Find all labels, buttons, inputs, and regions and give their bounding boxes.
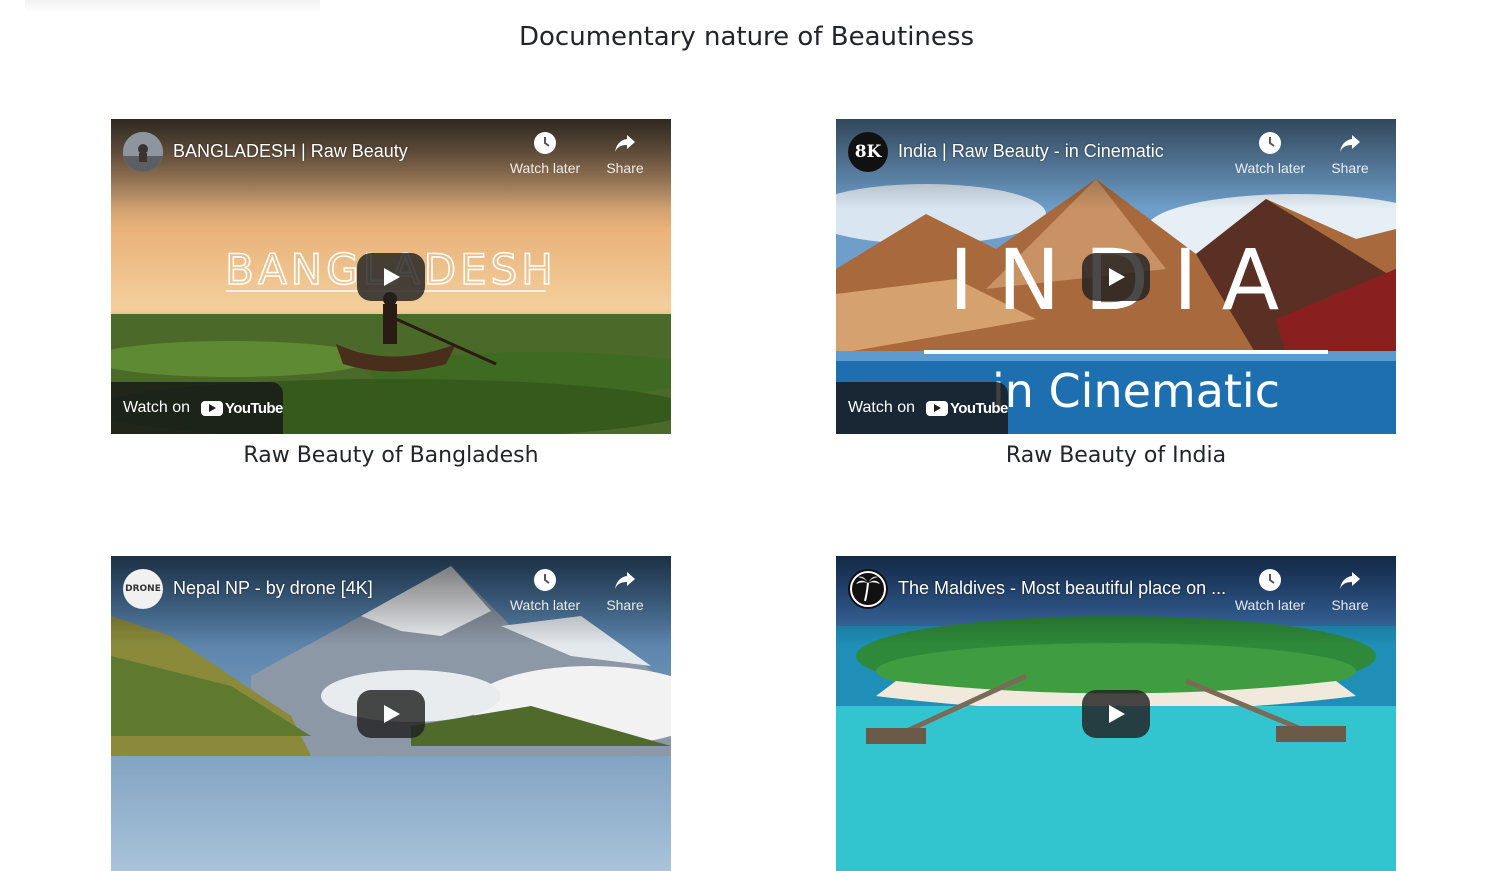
share-arrow-icon xyxy=(585,131,665,157)
watch-later-button[interactable]: Watch later xyxy=(1230,568,1310,613)
video-embed[interactable]: The Maldives - Most beautiful place on .… xyxy=(836,556,1396,871)
video-embed[interactable]: INDIA in Cinematic 8K India | Raw Beauty… xyxy=(836,119,1396,434)
watch-on-youtube-link[interactable]: Watch on YouTube xyxy=(111,382,283,434)
watch-later-button[interactable]: Watch later xyxy=(1230,131,1310,176)
watch-later-button[interactable]: Watch later xyxy=(505,568,585,613)
video-title[interactable]: Nepal NP - by drone [4K] xyxy=(173,578,503,599)
share-arrow-icon xyxy=(1310,568,1390,594)
share-label: Share xyxy=(1331,160,1369,176)
video-card-maldives: The Maldives - Most beautiful place on .… xyxy=(836,556,1396,871)
channel-avatar[interactable] xyxy=(123,132,163,172)
play-button[interactable] xyxy=(357,253,425,301)
video-title[interactable]: The Maldives - Most beautiful place on .… xyxy=(898,578,1228,599)
video-caption: Raw Beauty of Bangladesh xyxy=(243,443,539,468)
video-title[interactable]: BANGLADESH | Raw Beauty xyxy=(173,141,503,162)
thumbnail-overlay-sub: in Cinematic xyxy=(992,364,1280,418)
watch-later-label: Watch later xyxy=(509,597,581,613)
watch-later-label: Watch later xyxy=(1234,160,1306,176)
channel-avatar[interactable] xyxy=(848,569,888,609)
channel-avatar[interactable]: DRONE xyxy=(123,569,163,609)
play-button[interactable] xyxy=(1082,253,1150,301)
play-button[interactable] xyxy=(1082,690,1150,738)
watch-later-label: Watch later xyxy=(1234,597,1306,613)
watch-on-label: Watch on xyxy=(123,399,190,416)
page-title: Documentary nature of Beautiness xyxy=(519,22,974,52)
share-label: Share xyxy=(1331,597,1369,613)
video-title[interactable]: India | Raw Beauty - in Cinematic xyxy=(898,141,1228,162)
video-card-bangladesh: BANGLADESH BANGLADESH | Raw Beauty Watch… xyxy=(111,119,671,468)
play-icon xyxy=(384,705,400,723)
share-label: Share xyxy=(606,160,644,176)
share-button[interactable]: Share xyxy=(585,131,665,176)
play-icon xyxy=(1109,705,1125,723)
watch-later-label: Watch later xyxy=(509,160,581,176)
clock-icon xyxy=(1230,131,1310,157)
youtube-logo-icon: YouTube xyxy=(201,400,283,417)
watch-on-youtube-link[interactable]: Watch on YouTube xyxy=(836,382,1008,434)
palm-tree-icon xyxy=(850,571,886,607)
video-card-india: INDIA in Cinematic 8K India | Raw Beauty… xyxy=(836,119,1396,468)
share-button[interactable]: Share xyxy=(585,568,665,613)
youtube-logo-icon: YouTube xyxy=(926,400,1008,417)
play-button[interactable] xyxy=(357,690,425,738)
video-embed[interactable]: DRONE Nepal NP - by drone [4K] Watch lat… xyxy=(111,556,671,871)
share-label: Share xyxy=(606,597,644,613)
share-button[interactable]: Share xyxy=(1310,568,1390,613)
channel-avatar[interactable]: 8K xyxy=(848,132,888,172)
share-arrow-icon xyxy=(585,568,665,594)
share-arrow-icon xyxy=(1310,131,1390,157)
video-card-nepal: DRONE Nepal NP - by drone [4K] Watch lat… xyxy=(111,556,671,871)
top-shade xyxy=(25,0,320,14)
share-button[interactable]: Share xyxy=(1310,131,1390,176)
play-icon xyxy=(1109,268,1125,286)
clock-icon xyxy=(1230,568,1310,594)
clock-icon xyxy=(505,568,585,594)
video-caption: Raw Beauty of India xyxy=(1005,443,1227,468)
watch-later-button[interactable]: Watch later xyxy=(505,131,585,176)
clock-icon xyxy=(505,131,585,157)
play-icon xyxy=(384,268,400,286)
watch-on-label: Watch on xyxy=(848,399,915,416)
video-embed[interactable]: BANGLADESH BANGLADESH | Raw Beauty Watch… xyxy=(111,119,671,434)
